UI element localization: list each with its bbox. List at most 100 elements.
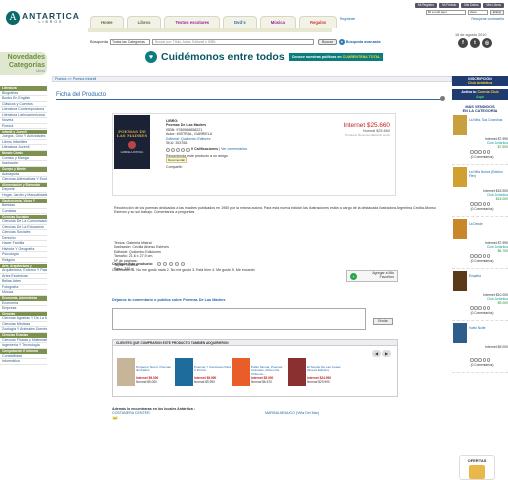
related-title[interactable]: El Sonido De Las Cosas (Nueva Edición) — [307, 365, 345, 373]
best-seller-item[interactable]: Empatía Internet $10.000 Club Antártica $9.… — [452, 269, 508, 322]
recommend-button[interactable]: Recomendar — [166, 157, 188, 164]
tab-dvds[interactable]: Dvd´s — [223, 16, 257, 28]
related-cover[interactable] — [175, 358, 193, 386]
best-seller-comments[interactable]: (0 Comentarios) — [456, 311, 508, 315]
star-icon — [186, 147, 190, 152]
related-item[interactable]: Poemas Y Canciones Para Ir Dormir Interne… — [175, 358, 232, 393]
star-icon — [470, 254, 474, 258]
price-block: Internet $25.660 Normal $25.660 Producto… — [318, 122, 390, 137]
best-seller-title[interactable]: La Niña, Sus Cosechas — [469, 119, 507, 123]
search-button[interactable]: Buscar — [318, 38, 337, 45]
carousel-prev-icon[interactable]: ◀ — [372, 350, 381, 357]
best-seller-cover[interactable] — [453, 271, 467, 292]
add-favorites-button[interactable]: + Agregar a Mis Favoritos — [346, 270, 398, 282]
carousel-next-icon[interactable]: ▶ — [382, 350, 391, 357]
best-seller-cover[interactable] — [453, 219, 467, 240]
category-link[interactable]: Informática — [0, 359, 47, 365]
category-link[interactable]: Música — [0, 290, 47, 296]
activate-club-box[interactable]: Activa tu Cuenta Club Aquí — [452, 89, 508, 100]
best-seller-comments[interactable]: (0 Comentarios) — [456, 259, 508, 263]
link-mis-datos[interactable]: Mis Datos — [461, 3, 482, 8]
tab-regalos[interactable]: Regalos — [298, 16, 338, 28]
category-link[interactable]: Literatura Juvenil — [0, 145, 47, 151]
star-icon — [470, 306, 474, 310]
best-seller-item[interactable]: La Niña, Sus Cosechas Internet $7.990 Club… — [452, 113, 508, 166]
forgot-password-link[interactable]: Recuperar contraseña — [471, 17, 504, 21]
tab-libros[interactable]: Libros — [126, 16, 162, 28]
search-input[interactable]: Buscar por: Título, Autor, Editorial o I… — [152, 38, 315, 45]
category-link[interactable]: Ingeniería Y Tecnología — [0, 343, 47, 349]
brand-logo[interactable]: A ANTARTICA LIBROS — [6, 8, 86, 28]
send-comment-button[interactable]: Enviar — [373, 318, 393, 325]
best-seller-title[interactable]: Vuelo Nuite — [469, 327, 507, 331]
best-seller-cover[interactable] — [453, 167, 467, 188]
best-seller-title[interactable]: La Desde — [469, 223, 507, 227]
related-normal-price: Normal $6.670 — [251, 379, 272, 384]
related-title[interactable]: Perpetuo Temor, Poemas Ilustrados — [136, 365, 174, 373]
login-email-input[interactable]: Mi e-mail aquí — [425, 10, 466, 15]
related-item[interactable]: Pablo Simula, Poemas Animales, Altiveo D… — [232, 358, 289, 393]
category-link[interactable]: Comidas — [0, 209, 47, 215]
twitter-icon[interactable]: t — [470, 38, 480, 48]
rate-star-icon[interactable] — [175, 262, 180, 267]
tab-home[interactable]: Home — [90, 16, 124, 28]
best-seller-comments[interactable]: (0 Comentarios) — [456, 207, 508, 211]
ver-comentarios-link[interactable]: Ver comentarios — [221, 147, 247, 151]
advanced-search-link[interactable]: ⌕ Búsqueda avanzada — [338, 38, 380, 45]
related-item[interactable]: El Sonido De Las Cosas (Nueva Edición) In… — [288, 358, 345, 393]
facebook-icon[interactable]: f — [458, 38, 468, 48]
category-link[interactable]: Poesía — [0, 124, 47, 130]
category-link[interactable]: Ciencias Alternativas Y Esoterismo — [0, 177, 47, 183]
best-seller-comments[interactable]: (0 Comentarios) — [456, 155, 508, 159]
best-seller-cover[interactable] — [453, 323, 467, 344]
covid-banner[interactable]: ♥ Cuidémonos entre todos Conoce nuestras… — [145, 50, 385, 64]
category-link[interactable]: Religión — [0, 258, 47, 264]
ofertas-box[interactable]: OFERTAS — [459, 455, 495, 480]
rate-star-icon[interactable] — [157, 262, 162, 267]
best-seller-cover[interactable] — [453, 115, 467, 136]
best-seller-item[interactable]: Vuelo Nuite Internet $9.000 (0 Comentarios… — [452, 321, 508, 374]
star-icon — [474, 358, 478, 362]
category-link[interactable]: Hogar, Jardín y Manualidades — [0, 193, 47, 199]
related-cover[interactable] — [117, 358, 135, 386]
novedades-box[interactable]: Novedades Categorías Libros — [0, 52, 47, 75]
rate-star-icon[interactable] — [169, 262, 174, 267]
best-seller-comments[interactable]: (0 Comentarios) — [456, 363, 508, 367]
related-cover[interactable] — [232, 358, 250, 386]
store-marina[interactable]: MARINA ARAUCO (Viña Del Mar) — [265, 411, 319, 415]
breadcrumb[interactable]: Poesía >> Poesía Infantil — [52, 76, 452, 82]
link-mi-registro[interactable]: Mi Registro — [414, 3, 438, 8]
collapse-icon[interactable] — [440, 96, 445, 101]
store-tag[interactable]: ver — [112, 415, 119, 420]
related-cover[interactable] — [288, 358, 306, 386]
tab-musica[interactable]: Música — [259, 16, 296, 28]
rate-star-icon[interactable] — [181, 262, 186, 267]
tab-textos[interactable]: Textos escolares — [164, 16, 221, 28]
best-seller-title[interactable]: Empatía — [469, 275, 507, 279]
login-password-input[interactable]: clave — [467, 10, 488, 15]
rate-star-icon[interactable] — [163, 262, 168, 267]
offers-icon — [469, 465, 485, 479]
best-seller-item[interactable]: La Desde Internet $7.990 Club Antártica $6.… — [452, 217, 508, 270]
best-seller-item[interactable]: La Niña Nueva (Edición Flex) Internet $15… — [452, 165, 508, 218]
related-title[interactable]: Pablo Simula, Poemas Animales, Altiveo D… — [251, 365, 289, 376]
plus-icon: + — [350, 272, 357, 280]
store-costanera[interactable]: COSTANERA CENTER — [112, 411, 412, 415]
category-link[interactable]: Empresa — [0, 306, 47, 312]
book-cover[interactable]: POEMAS DE LAS MADRES GABRIELA MISTRAL — [114, 115, 150, 169]
club-signup-box[interactable]: INSCRIPCIÓN Club Antártica — [452, 76, 508, 87]
related-title[interactable]: Poemas Y Canciones Para Ir Dormir — [194, 365, 232, 373]
best-seller-club-price: $6.750 — [497, 249, 508, 254]
instagram-icon[interactable]: ◎ — [482, 38, 492, 48]
login-button[interactable]: Entrar — [489, 10, 504, 15]
related-item[interactable]: Perpetuo Temor, Poemas Ilustrados Interne… — [117, 358, 174, 393]
best-seller-title[interactable]: La Niña Nueva (Edición Flex) — [469, 170, 507, 178]
category-select[interactable]: Todas las Categorías — [110, 38, 151, 45]
comment-textarea[interactable] — [112, 308, 366, 330]
link-mis-libros[interactable]: Mis Libros — [483, 3, 504, 8]
novedades-label: Novedades — [7, 54, 45, 61]
category-link[interactable]: Zoología Y Animales Domésticos — [0, 327, 47, 333]
register-link[interactable]: Regístrate — [340, 17, 355, 21]
category-link[interactable]: Ilustración — [0, 161, 47, 167]
link-mi-pedido[interactable]: Mi Pedido — [439, 3, 460, 8]
